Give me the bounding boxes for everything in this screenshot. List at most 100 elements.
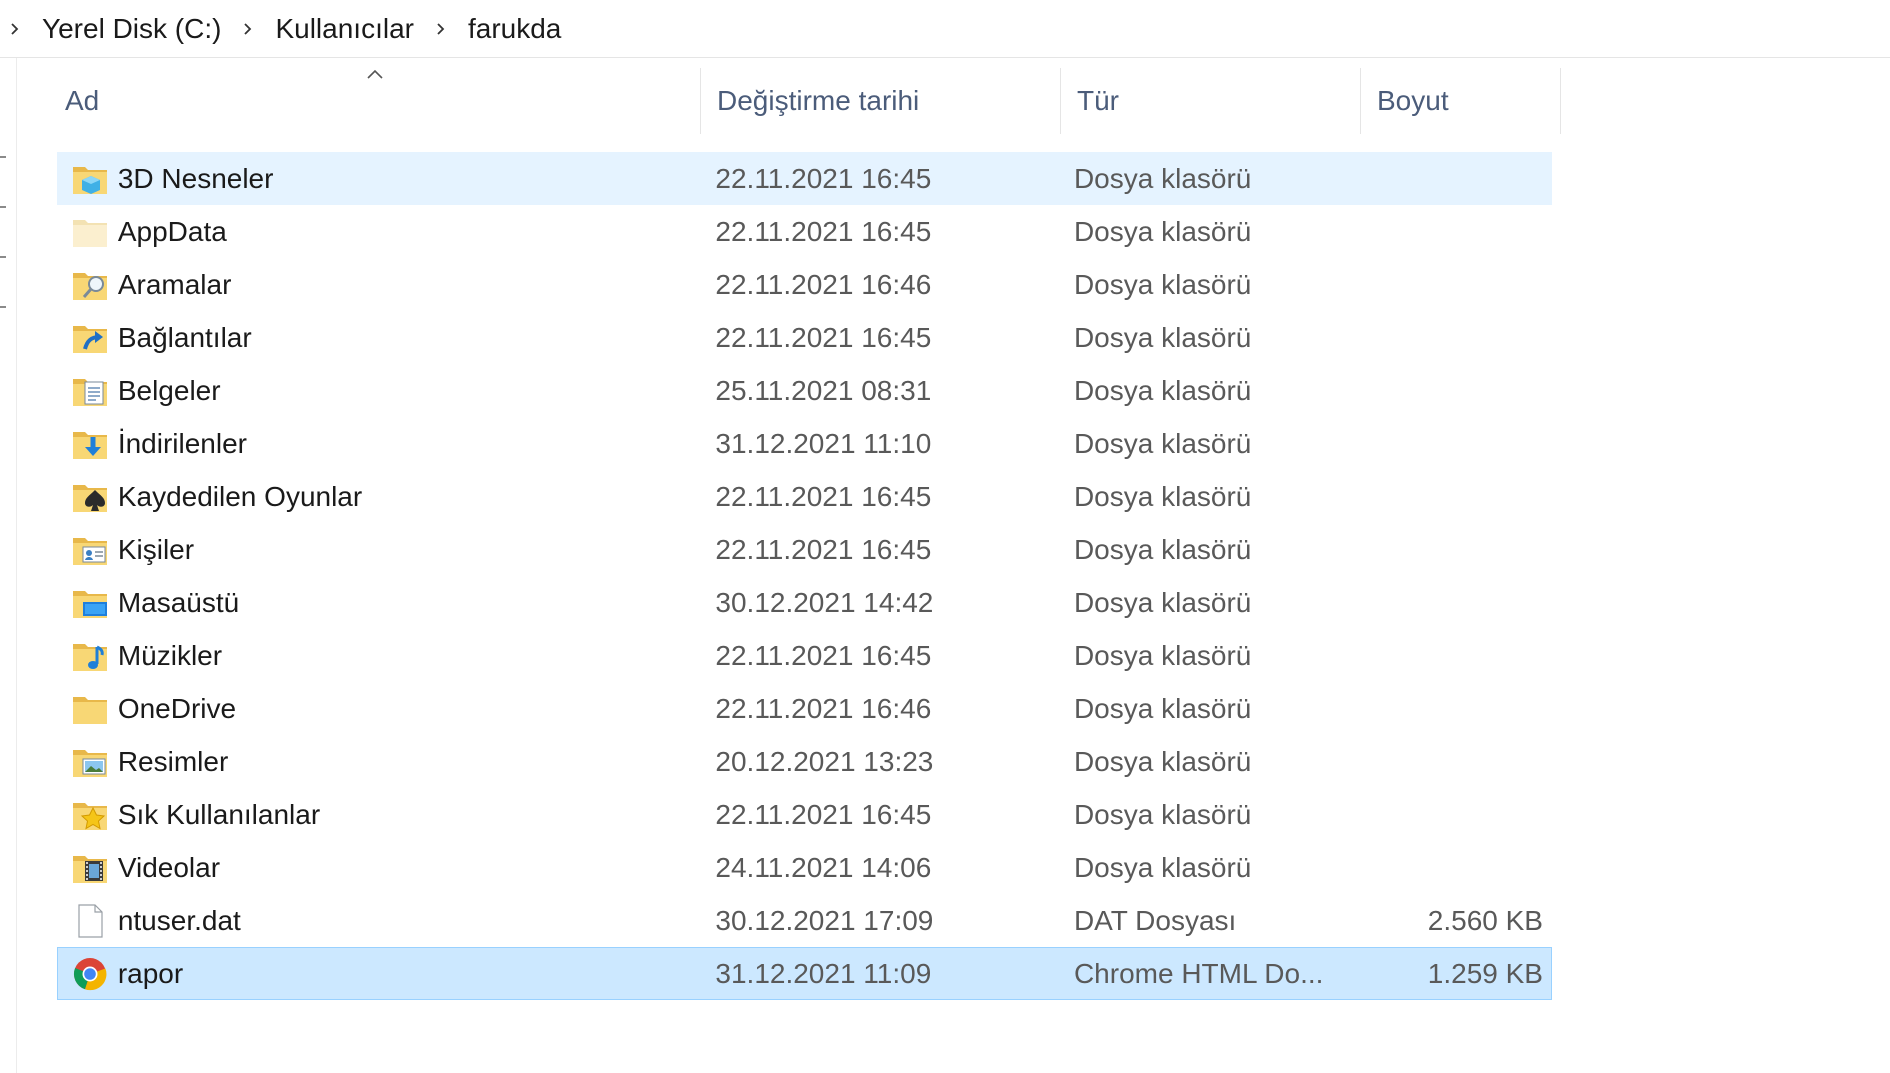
file-name: İndirilenler <box>117 427 247 459</box>
file-type: Dosya klasörü <box>1073 268 1252 300</box>
file-row[interactable]: Masaüstü 30.12.2021 14:42 Dosya klasörü <box>57 576 1552 629</box>
file-row[interactable]: Aramalar 22.11.2021 16:46 Dosya klasörü <box>57 258 1552 311</box>
folder-desktop-icon <box>70 583 110 623</box>
file-name: Kişiler <box>117 533 195 565</box>
chevron-right-icon[interactable] <box>432 20 450 38</box>
file-size: 1.259 KB <box>1427 957 1543 989</box>
file-type: Dosya klasörü <box>1073 374 1252 406</box>
chrome-icon <box>70 954 110 994</box>
file-type: DAT Dosyası <box>1073 904 1237 936</box>
file-icon <box>70 901 110 941</box>
file-date-modified: 22.11.2021 16:45 <box>715 639 932 671</box>
file-name: ntuser.dat <box>117 904 241 936</box>
file-name: AppData <box>117 215 227 247</box>
folder-3d-icon <box>70 159 110 199</box>
file-row[interactable]: Belgeler 25.11.2021 08:31 Dosya klasörü <box>57 364 1552 417</box>
folder-contacts-icon <box>70 530 110 570</box>
file-row[interactable]: İndirilenler 31.12.2021 11:10 Dosya klasör… <box>57 417 1552 470</box>
file-name: OneDrive <box>117 692 237 724</box>
folder-videos-icon <box>70 848 110 888</box>
file-row[interactable]: Kaydedilen Oyunlar 22.11.2021 16:45 Dosya … <box>57 470 1552 523</box>
expand-marker-icon[interactable] <box>0 206 6 208</box>
file-type: Dosya klasörü <box>1073 427 1252 459</box>
breadcrumb: Yerel Disk (C:) Kullanıcılar farukda <box>0 0 1890 58</box>
column-header-row: Ad Değiştirme tarihi Tür Boyut <box>57 68 1561 134</box>
folder-documents-icon <box>70 371 110 411</box>
file-type: Dosya klasörü <box>1073 798 1252 830</box>
file-row[interactable]: 3D Nesneler 22.11.2021 16:45 Dosya klasörü <box>57 152 1552 205</box>
file-date-modified: 22.11.2021 16:46 <box>715 692 932 724</box>
file-date-modified: 22.11.2021 16:45 <box>715 321 932 353</box>
breadcrumb-item-users[interactable]: Kullanıcılar <box>271 13 418 45</box>
file-type: Dosya klasörü <box>1073 215 1252 247</box>
file-date-modified: 25.11.2021 08:31 <box>715 374 932 406</box>
file-row[interactable]: AppData 22.11.2021 16:45 Dosya klasörü <box>57 205 1552 258</box>
file-type: Dosya klasörü <box>1073 639 1252 671</box>
file-row[interactable]: Resimler 20.12.2021 13:23 Dosya klasörü <box>57 735 1552 788</box>
file-type: Chrome HTML Do... <box>1073 957 1324 989</box>
folder-search-icon <box>70 265 110 305</box>
file-row[interactable]: Müzikler 22.11.2021 16:45 Dosya klasörü <box>57 629 1552 682</box>
file-row[interactable]: Sık Kullanılanlar 22.11.2021 16:45 Dosya k… <box>57 788 1552 841</box>
navigation-pane-edge[interactable] <box>0 58 17 1073</box>
file-date-modified: 30.12.2021 14:42 <box>715 586 934 618</box>
file-name: Aramalar <box>117 268 232 300</box>
chevron-right-icon[interactable] <box>239 20 257 38</box>
folder-pictures-icon <box>70 742 110 782</box>
file-name: Müzikler <box>117 639 223 671</box>
file-name: Sık Kullanılanlar <box>117 798 321 830</box>
file-name: Resimler <box>117 745 229 777</box>
folder-hidden-icon <box>70 212 110 252</box>
file-name: Masaüstü <box>117 586 240 618</box>
file-type: Dosya klasörü <box>1073 162 1252 194</box>
file-row[interactable]: OneDrive 22.11.2021 16:46 Dosya klasörü <box>57 682 1552 735</box>
file-name: Kaydedilen Oyunlar <box>117 480 363 512</box>
folder-links-icon <box>70 318 110 358</box>
file-date-modified: 31.12.2021 11:09 <box>715 957 932 989</box>
file-name: rapor <box>117 957 184 989</box>
file-date-modified: 30.12.2021 17:09 <box>715 904 934 936</box>
file-name: Bağlantılar <box>117 321 252 353</box>
file-name: Videolar <box>117 851 221 883</box>
file-date-modified: 22.11.2021 16:45 <box>715 533 932 565</box>
file-type: Dosya klasörü <box>1073 745 1252 777</box>
column-header-type[interactable]: Tür <box>1061 68 1361 134</box>
file-date-modified: 20.12.2021 13:23 <box>715 745 934 777</box>
file-row[interactable]: Videolar 24.11.2021 14:06 Dosya klasörü <box>57 841 1552 894</box>
expand-marker-icon[interactable] <box>0 306 6 308</box>
expand-marker-icon[interactable] <box>0 156 6 158</box>
file-size: 2.560 KB <box>1427 904 1543 936</box>
file-date-modified: 22.11.2021 16:45 <box>715 162 932 194</box>
folder-favorites-icon <box>70 795 110 835</box>
file-type: Dosya klasörü <box>1073 480 1252 512</box>
column-header-date[interactable]: Değiştirme tarihi <box>701 68 1061 134</box>
folder-downloads-icon <box>70 424 110 464</box>
file-name: 3D Nesneler <box>117 162 274 194</box>
folder-music-icon <box>70 636 110 676</box>
breadcrumb-item-drive[interactable]: Yerel Disk (C:) <box>38 13 225 45</box>
file-row[interactable]: rapor 31.12.2021 11:09 Chrome HTML Do... 1.… <box>57 947 1552 1000</box>
file-type: Dosya klasörü <box>1073 533 1252 565</box>
file-date-modified: 31.12.2021 11:10 <box>715 427 932 459</box>
file-date-modified: 22.11.2021 16:45 <box>715 798 932 830</box>
column-header-name[interactable]: Ad <box>57 68 701 134</box>
file-type: Dosya klasörü <box>1073 586 1252 618</box>
folder-games-icon <box>70 477 110 517</box>
file-row[interactable]: Bağlantılar 22.11.2021 16:45 Dosya klasörü <box>57 311 1552 364</box>
file-date-modified: 24.11.2021 14:06 <box>715 851 932 883</box>
folder-icon <box>70 689 110 729</box>
file-list: 3D Nesneler 22.11.2021 16:45 Dosya klasörü… <box>57 152 1552 1000</box>
file-date-modified: 22.11.2021 16:46 <box>715 268 932 300</box>
file-type: Dosya klasörü <box>1073 851 1252 883</box>
file-row[interactable]: Kişiler 22.11.2021 16:45 Dosya klasörü <box>57 523 1552 576</box>
expand-marker-icon[interactable] <box>0 256 6 258</box>
file-name: Belgeler <box>117 374 221 406</box>
file-date-modified: 22.11.2021 16:45 <box>715 215 932 247</box>
chevron-right-icon[interactable] <box>6 20 24 38</box>
file-row[interactable]: ntuser.dat 30.12.2021 17:09 DAT Dosyası 2.5… <box>57 894 1552 947</box>
file-type: Dosya klasörü <box>1073 692 1252 724</box>
file-type: Dosya klasörü <box>1073 321 1252 353</box>
breadcrumb-item-user[interactable]: farukda <box>464 13 565 45</box>
file-date-modified: 22.11.2021 16:45 <box>715 480 932 512</box>
column-header-size[interactable]: Boyut <box>1361 68 1561 134</box>
